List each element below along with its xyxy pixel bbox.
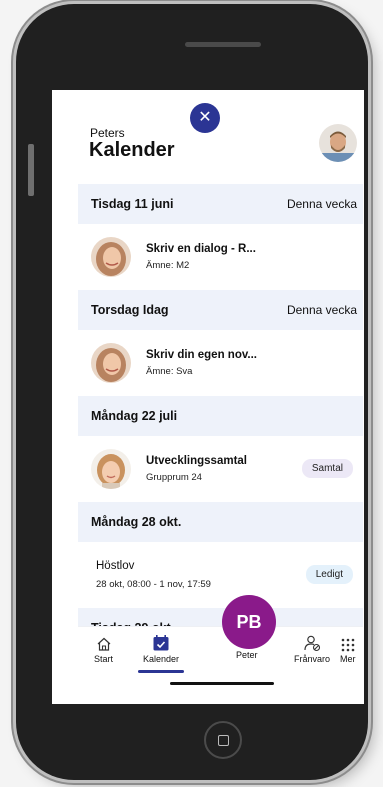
section-date: Måndag 28 okt. [91,515,182,529]
item-title: Höstlov [96,560,135,572]
tab-mer[interactable]: Mer [340,632,356,664]
teacher-avatar [91,343,131,383]
page-subtitle: Peters [90,126,125,140]
profile-initials: PB [222,595,276,649]
item-title: Skriv din egen nov... [146,349,257,361]
teacher-avatar [91,237,131,277]
item-title: Skriv en dialog - R... [146,243,256,255]
tab-label: Mer [340,654,356,664]
tab-kalender[interactable]: Kalender [138,632,184,664]
list-item[interactable]: Skriv din egen nov... Ämne: Sva [78,330,363,396]
speaker [185,42,261,47]
close-icon: ✕ [198,109,212,126]
page-title: Kalender [89,139,175,161]
calendar-icon [153,635,169,651]
app-screen: Peters Kalender Tisdag 11 juni Denna vec… [52,90,364,704]
grid-icon [341,638,355,652]
active-tab-indicator [138,670,184,673]
list-item[interactable]: Utvecklingssamtal Grupprum 24 Samtal [78,436,363,502]
section-week: Denna vecka [286,303,357,317]
section-header: Måndag 22 juli [78,396,363,436]
close-button[interactable]: ✕ [190,103,220,133]
section-header: Måndag 28 okt. [78,502,363,542]
status-badge: Samtal [301,459,353,478]
tab-label: Frånvaro [294,654,331,664]
home-icon [97,637,110,651]
user-avatar[interactable] [319,124,357,162]
person-absence-icon [304,635,321,652]
child-avatar [91,449,131,489]
tab-label: Kalender [142,654,180,664]
list-item[interactable]: Skriv en dialog - R... Ämne: M2 [78,224,363,290]
calendar-list: Peters Kalender Tisdag 11 juni Denna vec… [78,108,363,648]
section-week: Denna vecka [286,197,357,211]
status-badge: Ledigt [305,565,353,584]
section-date: Måndag 22 juli [91,409,178,423]
tab-label: Start [94,654,114,664]
home-button[interactable] [204,721,242,759]
section-header: Torsdag Idag Denna vecka [78,290,363,330]
item-subtitle: Ämne: Sva [146,366,193,377]
section-header: Tisdag 11 juni Denna vecka [78,184,363,224]
tab-bar: Start Kalender PB Peter Frånvaro Mer [78,595,363,679]
section-date: Torsdag Idag [91,303,169,317]
tab-start[interactable]: Start [94,632,113,664]
item-subtitle: 28 okt, 08:00 - 1 nov, 17:59 [96,579,211,590]
item-subtitle: Ämne: M2 [146,260,190,271]
section-date: Tisdag 11 juni [91,197,174,211]
profile-label: Peter [236,650,258,660]
side-button [28,144,34,196]
item-title: Utvecklingssamtal [146,455,247,467]
list-item[interactable]: Höstlov 28 okt, 08:00 - 1 nov, 17:59 Led… [78,542,363,608]
tab-franvaro[interactable]: Frånvaro [294,632,330,664]
home-indicator [170,682,274,685]
page-header: Peters Kalender [78,108,363,184]
item-subtitle: Grupprum 24 [146,472,202,483]
